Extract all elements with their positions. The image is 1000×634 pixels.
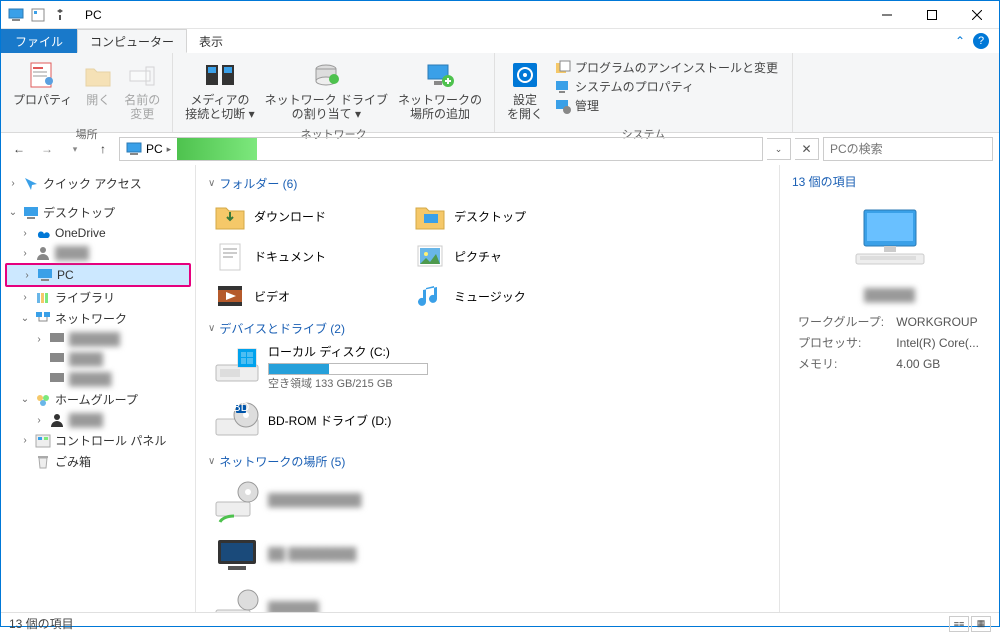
drive-c-bar (268, 363, 428, 375)
folder-videos[interactable]: ビデオ (208, 276, 408, 316)
folder-pictures[interactable]: ピクチャ (408, 236, 608, 276)
address-node-pc[interactable]: PC ▸ (120, 138, 177, 160)
navigation-pane[interactable]: ›クイック アクセス ⌄デスクトップ ›OneDrive ›████ ›PC ›… (1, 165, 196, 612)
map-drive-button[interactable]: ネットワーク ドライブ の割り当て ▾ (261, 57, 392, 124)
minimize-button[interactable] (864, 1, 909, 29)
tab-file[interactable]: ファイル (1, 29, 77, 53)
view-details-icon[interactable]: ≡≡ (949, 616, 969, 632)
chevron-right-icon[interactable]: ▸ (167, 144, 172, 155)
up-button[interactable]: ↑ (91, 137, 115, 161)
search-input[interactable] (830, 142, 985, 156)
properties-button[interactable]: プロパティ (9, 57, 76, 124)
details-computer-name: ██████ (864, 288, 915, 302)
maximize-button[interactable] (909, 1, 954, 29)
status-bar: 13 個の項目 ≡≡ ▦ (1, 612, 999, 634)
window-controls (864, 1, 999, 29)
drive-c[interactable]: ローカル ディスク (C:) 空き領域 133 GB/215 GB (208, 341, 508, 395)
tree-quick-access[interactable]: ›クイック アクセス (5, 173, 191, 194)
tree-user[interactable]: ›████ (5, 243, 191, 263)
media-connect-button[interactable]: メディアの 接続と切断 ▾ (181, 57, 258, 124)
recent-dropdown[interactable]: ▾ (63, 137, 87, 161)
tab-computer[interactable]: コンピューター (77, 29, 187, 53)
collapse-ribbon-icon[interactable]: ⌃ (955, 34, 965, 48)
tree-network-item[interactable]: ›██████ (5, 329, 191, 349)
netloc-item[interactable]: ███████████ (208, 474, 508, 528)
explorer-body: ›クイック アクセス ⌄デスクトップ ›OneDrive ›████ ›PC ›… (1, 165, 999, 612)
quick-access-toolbar (1, 6, 75, 24)
add-network-location-button[interactable]: ネットワークの 場所の追加 (394, 57, 486, 124)
help-icon[interactable]: ? (973, 33, 989, 49)
stop-button[interactable]: ✕ (795, 138, 819, 160)
ribbon: プロパティ 開く 名前の 変更 場所 メディアの 接続と切断 ▾ ネットワーク … (1, 53, 999, 133)
details-count: 13 個の項目 (792, 173, 987, 198)
system-properties-button[interactable]: システムのプロパティ (555, 78, 778, 95)
rename-button: 名前の 変更 (120, 57, 164, 124)
ribbon-help: ⌃ ? (945, 29, 999, 53)
tree-control-panel[interactable]: ›コントロール パネル (5, 430, 191, 451)
forward-button: → (35, 137, 59, 161)
details-memory-value: 4.00 GB (892, 354, 985, 373)
tree-homegroup[interactable]: ⌄ホームグループ (5, 389, 191, 410)
folder-desktop[interactable]: デスクトップ (408, 196, 608, 236)
details-pane: 13 個の項目 ██████ ワークグループ:WORKGROUP プロセッサ:I… (779, 165, 999, 612)
tree-pc[interactable]: ›PC (5, 263, 191, 287)
details-memory-label: メモリ: (794, 354, 890, 373)
folder-downloads[interactable]: ダウンロード (208, 196, 408, 236)
back-button[interactable]: ← (7, 137, 31, 161)
properties-icon[interactable] (29, 6, 47, 24)
tree-recycle-bin[interactable]: ごみ箱 (5, 451, 191, 472)
window-title: PC (85, 8, 102, 22)
search-box[interactable] (823, 137, 993, 161)
folder-documents[interactable]: ドキュメント (208, 236, 408, 276)
status-item-count: 13 個の項目 (9, 615, 74, 632)
section-folders[interactable]: フォルダー (6) (208, 171, 767, 196)
uninstall-programs-button[interactable]: プログラムのアンインストールと変更 (555, 59, 778, 76)
open-settings-button[interactable]: 設定 を開く (503, 57, 547, 124)
details-cpu-value: Intel(R) Core(... (892, 333, 985, 352)
navigation-bar: ← → ▾ ↑ PC ▸ ⌄ ✕ (1, 133, 999, 165)
netloc-item[interactable]: ██████ (208, 582, 508, 612)
ribbon-group-system: 設定 を開く プログラムのアンインストールと変更 システムのプロパティ 管理 シ… (495, 53, 793, 132)
content-pane[interactable]: フォルダー (6) ダウンロード デスクトップ ドキュメント ピクチャ ビデオ … (196, 165, 779, 612)
tree-network-item[interactable]: █████ (5, 369, 191, 389)
search-icon[interactable] (985, 142, 986, 156)
details-preview-icon (850, 206, 930, 276)
address-dropdown-icon[interactable]: ⌄ (767, 138, 791, 160)
tree-library[interactable]: ›ライブラリ (5, 287, 191, 308)
netloc-item[interactable]: ██ ████████ (208, 528, 508, 582)
drive-d[interactable]: BD BD-ROM ドライブ (D:) (208, 395, 508, 449)
system-small-buttons: プログラムのアンインストールと変更 システムのプロパティ 管理 (549, 57, 784, 124)
tree-desktop[interactable]: ⌄デスクトップ (5, 202, 191, 223)
qat-dropdown-icon[interactable] (51, 6, 69, 24)
section-drives[interactable]: デバイスとドライブ (2) (208, 316, 767, 341)
tree-network-item[interactable]: ████ (5, 349, 191, 369)
details-workgroup-value: WORKGROUP (892, 312, 985, 331)
address-bar[interactable]: PC ▸ (119, 137, 763, 161)
ribbon-tabs: ファイル コンピューター 表示 ⌃ ? (1, 29, 999, 53)
open-button: 開く (78, 57, 118, 124)
close-button[interactable] (954, 1, 999, 29)
tab-view[interactable]: 表示 (187, 29, 235, 53)
svg-text:BD: BD (233, 400, 250, 414)
ribbon-group-location: プロパティ 開く 名前の 変更 場所 (1, 53, 173, 132)
tree-homegroup-item[interactable]: ›████ (5, 410, 191, 430)
details-workgroup-label: ワークグループ: (794, 312, 890, 331)
details-cpu-label: プロセッサ: (794, 333, 890, 352)
address-progress (177, 138, 257, 160)
tree-network[interactable]: ⌄ネットワーク (5, 308, 191, 329)
ribbon-group-network: メディアの 接続と切断 ▾ ネットワーク ドライブ の割り当て ▾ ネットワーク… (173, 53, 495, 132)
titlebar: PC (1, 1, 999, 29)
manage-button[interactable]: 管理 (555, 97, 778, 114)
pc-icon (7, 6, 25, 24)
section-network-locations[interactable]: ネットワークの場所 (5) (208, 449, 767, 474)
folder-music[interactable]: ミュージック (408, 276, 608, 316)
tree-onedrive[interactable]: ›OneDrive (5, 223, 191, 243)
view-large-icon[interactable]: ▦ (971, 616, 991, 632)
